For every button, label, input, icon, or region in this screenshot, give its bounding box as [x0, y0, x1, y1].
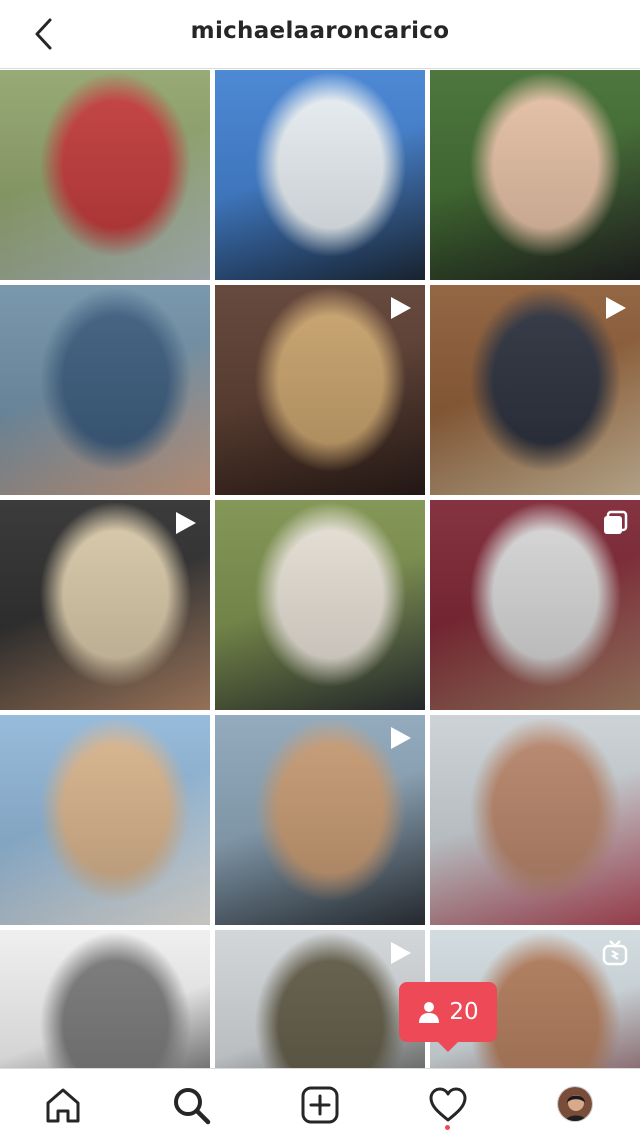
igtv-badge — [602, 940, 628, 966]
post-photo — [215, 70, 425, 280]
post-headshot-portrait[interactable] — [430, 715, 640, 925]
home-icon — [46, 1088, 80, 1123]
video-badge — [602, 295, 628, 321]
person-icon — [419, 1002, 440, 1023]
carousel-badge — [602, 510, 628, 536]
video-badge — [387, 725, 413, 751]
likes-notification-popup[interactable]: 20 — [399, 982, 497, 1052]
video-badge — [387, 940, 413, 966]
nav-new-post[interactable] — [298, 1083, 342, 1127]
plus-square-icon — [301, 1086, 339, 1124]
post-photo — [430, 715, 640, 925]
video-play-icon — [176, 512, 196, 534]
post-drumming-booth[interactable] — [0, 500, 210, 710]
nav-home[interactable] — [41, 1083, 85, 1127]
video-play-icon — [391, 942, 411, 964]
post-photo — [215, 500, 425, 710]
post-denim-motorcycle[interactable] — [0, 285, 210, 495]
post-surfing-wave[interactable] — [215, 70, 425, 280]
carousel-icon — [604, 510, 628, 534]
nav-profile-avatar[interactable] — [557, 1086, 593, 1122]
activity-notification-dot — [445, 1125, 450, 1130]
post-photo — [0, 715, 210, 925]
post-gym-workout[interactable] — [215, 715, 425, 925]
page-title: michaelaaroncarico — [190, 18, 450, 44]
post-black-white-portrait[interactable] — [0, 930, 210, 1068]
video-play-icon — [606, 297, 626, 319]
video-play-icon — [391, 727, 411, 749]
post-lying-on-bed[interactable] — [430, 500, 640, 710]
app: michaelaaroncarico 20 — [0, 0, 640, 1138]
post-drum-kit-studio[interactable] — [430, 285, 640, 495]
post-photo — [430, 70, 640, 280]
post-grid — [0, 70, 640, 1068]
post-photo — [0, 70, 210, 280]
video-badge — [172, 510, 198, 536]
likes-count: 20 — [449, 999, 479, 1025]
heart-icon — [429, 1087, 467, 1122]
igtv-icon — [602, 940, 628, 966]
post-selfie-with-woman[interactable] — [430, 70, 640, 280]
post-beach-shirtless[interactable] — [0, 715, 210, 925]
post-drum-kit-overhead[interactable] — [215, 285, 425, 495]
profile-header: michaelaaroncarico — [0, 0, 640, 69]
bottom-nav — [0, 1068, 640, 1138]
post-motorcycle-road[interactable] — [215, 500, 425, 710]
search-icon — [174, 1088, 211, 1125]
nav-search[interactable] — [169, 1083, 213, 1127]
post-golf-driving-range[interactable] — [0, 70, 210, 280]
video-badge — [387, 295, 413, 321]
video-play-icon — [391, 297, 411, 319]
post-photo — [0, 285, 210, 495]
nav-activity[interactable] — [426, 1083, 470, 1127]
post-soldier-field[interactable] — [215, 930, 425, 1068]
post-photo — [0, 930, 210, 1068]
